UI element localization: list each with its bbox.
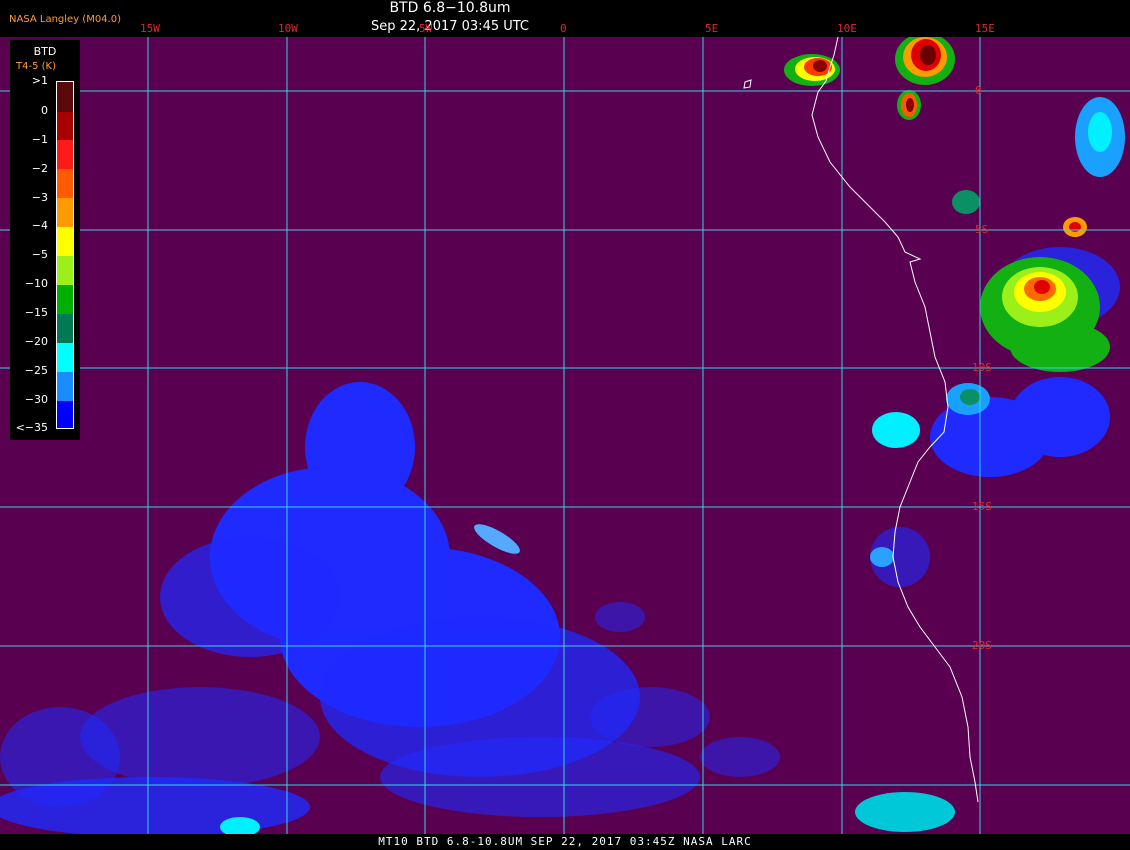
image-timestamp: Sep 22, 2017 03:45 UTC — [370, 19, 530, 34]
lat-label: 20S — [972, 639, 992, 652]
lon-label: 0 — [560, 22, 567, 35]
legend-label: −3 — [31, 191, 48, 204]
lon-label: 5W — [419, 22, 433, 35]
lon-label: 10W — [278, 22, 298, 35]
legend-label: 0 — [41, 104, 48, 117]
lat-label: 5S — [975, 223, 989, 236]
legend-label: −15 — [24, 306, 48, 319]
footer-caption: MT10 BTD 6.8-10.8UM SEP 22, 2017 03:45Z … — [0, 834, 1130, 850]
legend-frame — [56, 81, 74, 429]
legend-label: <−35 — [15, 421, 48, 434]
lon-label: 15W — [140, 22, 160, 35]
lon-label: 10E — [837, 22, 857, 35]
lat-label: 15S — [972, 500, 992, 513]
legend-label: −4 — [31, 219, 48, 232]
lat-label: 10S — [972, 361, 992, 374]
lon-label: 15E — [975, 22, 995, 35]
product-title: BTD 6.8−10.8um — [389, 0, 511, 16]
satellite-map — [0, 37, 1130, 834]
legend-label: −10 — [24, 277, 48, 290]
legend-label: −5 — [31, 248, 48, 261]
legend-label: −1 — [31, 133, 48, 146]
lon-label: 5E — [705, 22, 719, 35]
legend-label: −2 — [31, 162, 48, 175]
color-legend: BTD T4-5 (K) >1 0 −1 −2 −3 −4 −5 −10 −15… — [10, 40, 80, 440]
legend-label: −25 — [24, 364, 48, 377]
legend-label: −20 — [24, 335, 48, 348]
lat-label: 0 — [975, 84, 982, 97]
legend-label: −30 — [24, 393, 48, 406]
legend-title: BTD — [33, 45, 57, 58]
legend-units: T4-5 (K) — [16, 61, 56, 72]
legend-label: >1 — [31, 74, 48, 87]
